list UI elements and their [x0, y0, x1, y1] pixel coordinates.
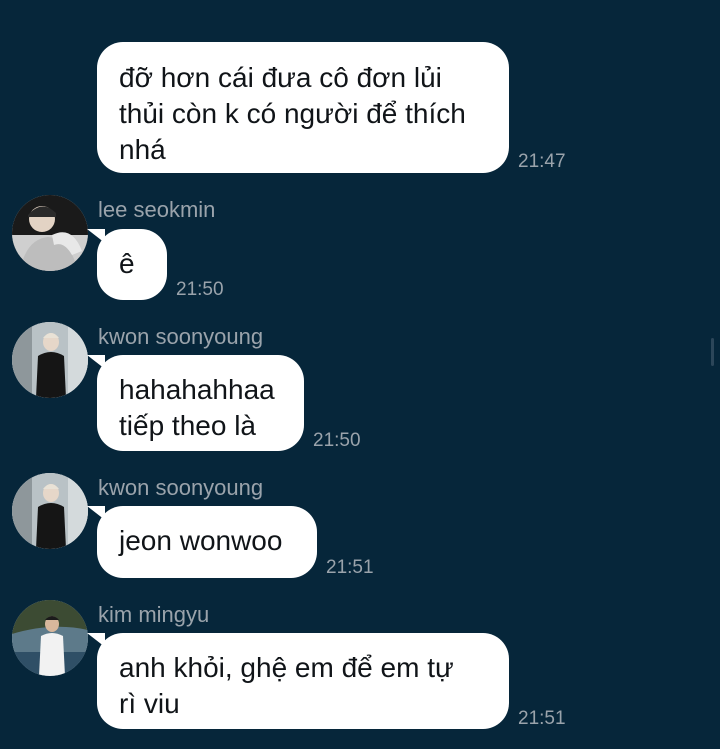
message-timestamp: 21:50 [313, 430, 361, 451]
message-text-line: hahahahhaa [119, 374, 275, 405]
message-text-line: nhá [119, 134, 166, 165]
message-bubble[interactable]: đỡ hơn cái đưa cô đơn lủi thủi còn k có … [97, 42, 509, 173]
message-text-line: rì viu [119, 688, 180, 719]
message-text-line: jeon wonwoo [119, 525, 283, 556]
message-text-line: đỡ hơn cái đưa cô đơn lủi [119, 62, 442, 93]
message-text-line: thủi còn k có người để thích [119, 98, 466, 129]
avatar-person-icon [12, 195, 88, 271]
avatar-person-icon [12, 322, 88, 398]
avatar[interactable] [12, 322, 88, 398]
message-text-line: tiếp theo là [119, 410, 256, 441]
message-timestamp: 21:51 [518, 708, 566, 729]
scrollbar[interactable] [711, 338, 714, 366]
avatar[interactable] [12, 600, 88, 676]
sender-name: kwon soonyoung [98, 324, 264, 349]
message-text-line: anh khỏi, ghệ em để em tự [119, 652, 454, 683]
avatar[interactable] [12, 195, 88, 271]
message-bubble[interactable]: ê [87, 229, 167, 300]
message-bubble[interactable]: hahahahhaa tiếp theo là [87, 355, 304, 451]
avatar-person-icon [12, 473, 88, 549]
message-timestamp: 21:50 [176, 279, 224, 300]
avatar[interactable] [12, 473, 88, 549]
sender-name: lee seokmin [98, 197, 216, 222]
sender-name: kwon soonyoung [98, 475, 264, 500]
sender-name: kim mingyu [98, 602, 210, 627]
avatar-person-icon [12, 600, 88, 676]
message-text-line: ê [119, 248, 135, 279]
message-bubble[interactable]: jeon wonwoo [87, 506, 317, 578]
message-timestamp: 21:51 [326, 557, 374, 578]
message-bubble[interactable]: anh khỏi, ghệ em để em tự rì viu [87, 633, 509, 729]
message-timestamp: 21:47 [518, 151, 566, 172]
